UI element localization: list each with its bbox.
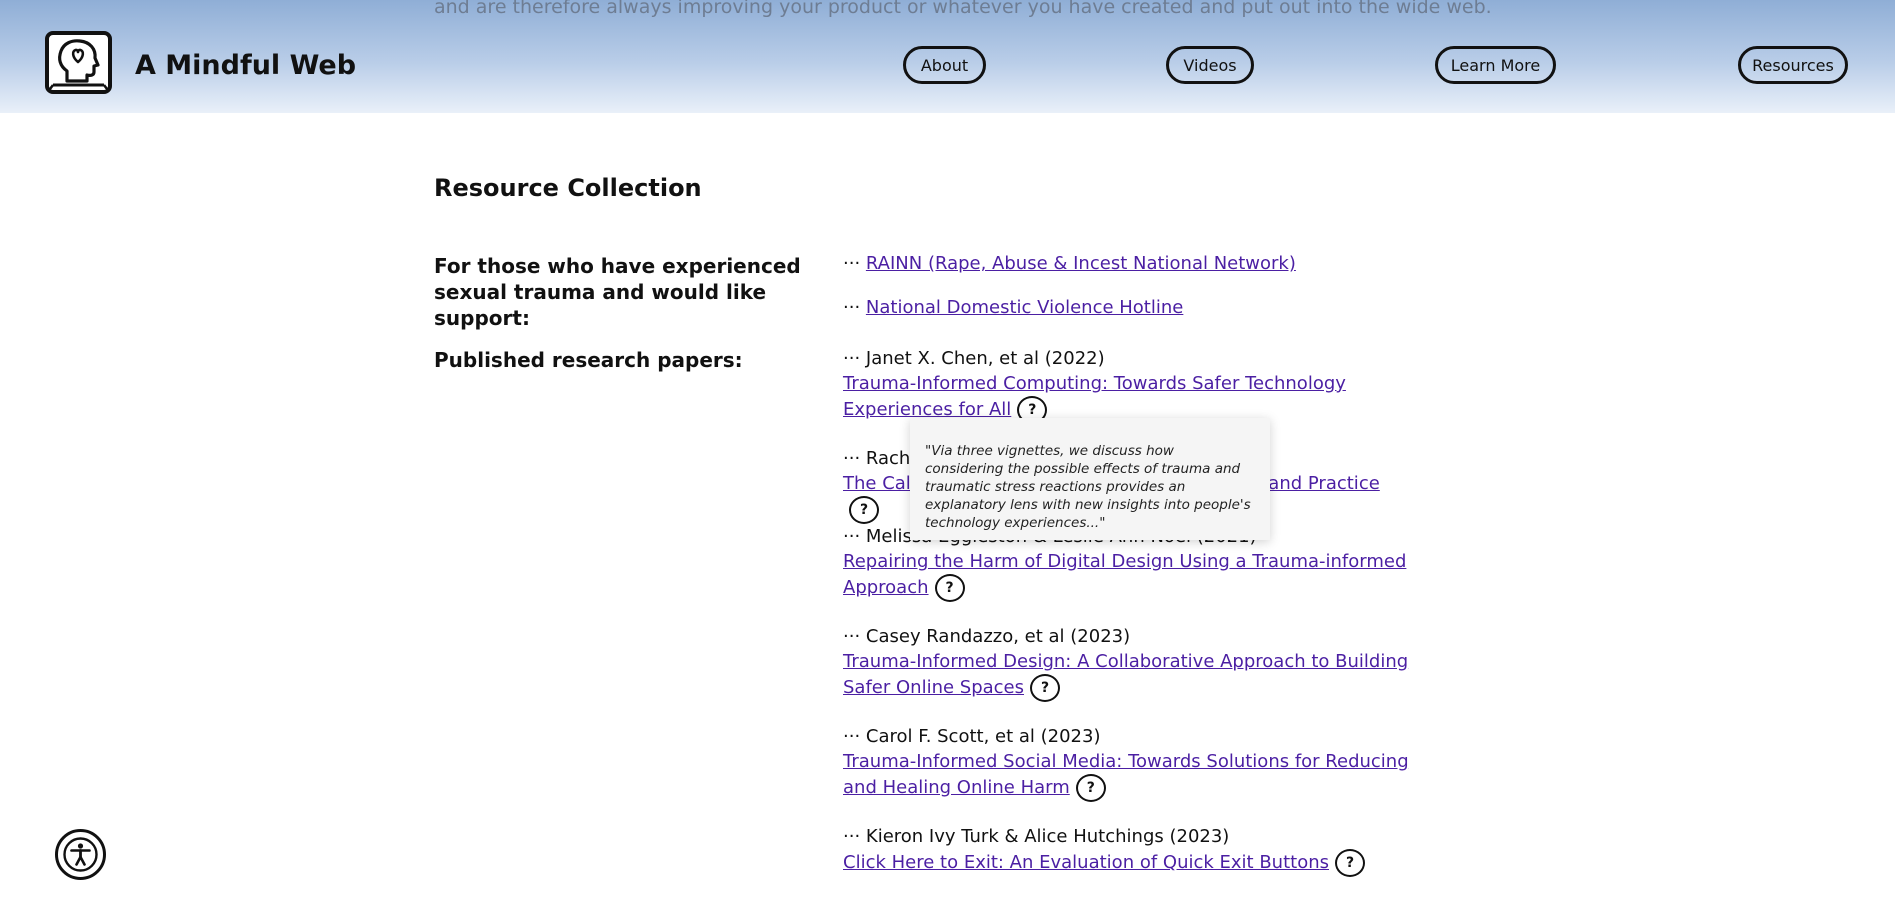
paper-abstract-tooltip: "Via three vignettes, we discuss how con… (910, 418, 1270, 540)
scrolled-intro-text: and are therefore always improving your … (434, 0, 1492, 18)
nav-videos-button[interactable]: Videos (1166, 46, 1254, 84)
help-icon[interactable]: ? (934, 574, 965, 602)
site-logo[interactable] (45, 31, 112, 94)
site-title[interactable]: A Mindful Web (135, 50, 356, 81)
paper-item: ··· Carol F. Scott, et al (2023) Trauma-… (843, 724, 1413, 802)
domestic-violence-hotline-link[interactable]: National Domestic Violence Hotline (866, 297, 1183, 318)
paper-link[interactable]: Trauma-Informed Computing: Towards Safer… (843, 373, 1346, 420)
accessibility-icon (63, 837, 98, 872)
head-heart-icon (49, 39, 108, 90)
paper-link[interactable]: Repairing the Harm of Digital Design Usi… (843, 551, 1406, 598)
help-icon[interactable]: ? (1335, 849, 1365, 877)
paper-link[interactable]: Trauma-Informed Social Media: Towards So… (843, 751, 1409, 798)
section-title: Resource Collection (434, 174, 702, 202)
support-link-item: ··· RAINN (Rape, Abuse & Incest National… (843, 253, 1296, 274)
help-icon[interactable]: ? (1075, 774, 1106, 802)
rainn-link[interactable]: RAINN (Rape, Abuse & Incest National Net… (866, 253, 1296, 274)
paper-link[interactable]: Trauma-Informed Design: A Collaborative … (843, 651, 1408, 698)
nav-resources-button[interactable]: Resources (1738, 46, 1848, 84)
papers-label: Published research papers: (434, 348, 743, 372)
support-label: For those who have experienced sexual tr… (434, 254, 801, 330)
paper-author: ··· Kieron Ivy Turk & Alice Hutchings (2… (843, 826, 1230, 847)
paper-author: ··· Janet X. Chen, et al (2022) (843, 348, 1105, 369)
paper-author: ··· Casey Randazzo, et al (2023) (843, 626, 1131, 647)
accessibility-button[interactable] (55, 829, 106, 880)
paper-link[interactable]: Click Here to Exit: An Evaluation of Qui… (843, 852, 1329, 873)
paper-item: ··· Janet X. Chen, et al (2022) Trauma-I… (843, 346, 1413, 424)
help-icon[interactable]: ? (1030, 674, 1061, 702)
support-link-item: ··· National Domestic Violence Hotline (843, 297, 1184, 318)
paper-author: ··· Carol F. Scott, et al (2023) (843, 726, 1101, 747)
nav-about-button[interactable]: About (903, 46, 986, 84)
nav-learn-more-button[interactable]: Learn More (1435, 46, 1556, 84)
paper-item: ··· Kieron Ivy Turk & Alice Hutchings (2… (843, 824, 1413, 877)
site-header: and are therefore always improving your … (0, 0, 1895, 113)
paper-item: ··· Casey Randazzo, et al (2023) Trauma-… (843, 624, 1413, 702)
help-icon[interactable]: ? (849, 496, 879, 524)
